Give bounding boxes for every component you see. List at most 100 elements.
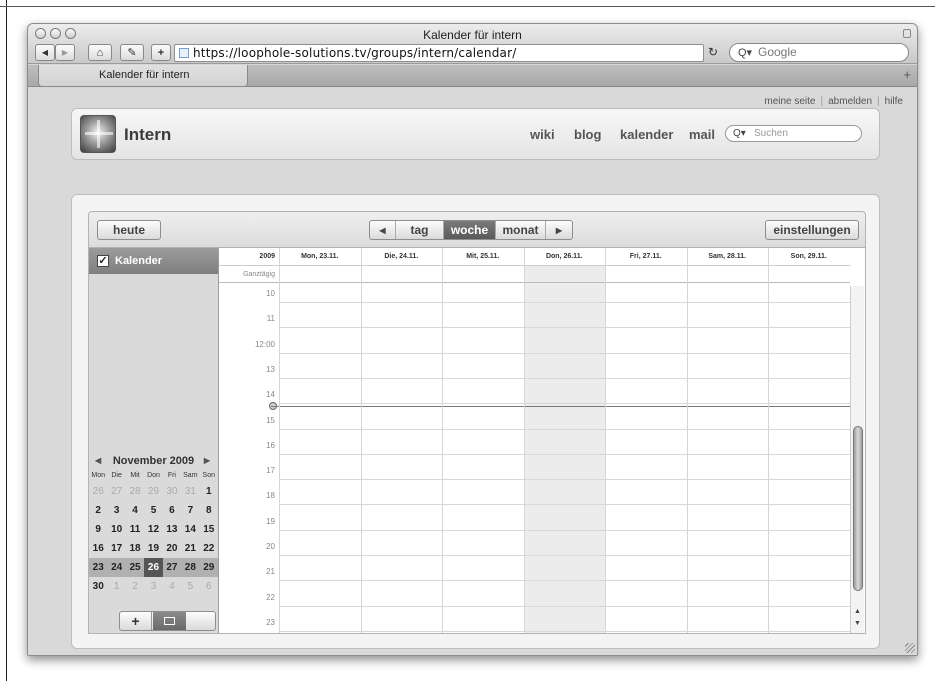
view-monat-button[interactable]: monat	[496, 221, 546, 239]
mini-calendar-day[interactable]: 5	[181, 577, 199, 596]
site-search-input[interactable]: Q▾ Suchen	[725, 125, 862, 142]
group-logo	[80, 115, 116, 153]
hour-label: 16	[266, 440, 275, 450]
mini-calendar-day[interactable]: 26	[89, 482, 107, 501]
new-tab-icon[interactable]: +	[903, 67, 911, 82]
mini-calendar-day[interactable]: 7	[181, 501, 199, 520]
mini-calendar-day[interactable]: 6	[200, 577, 218, 596]
mini-calendar-day[interactable]: 4	[126, 501, 144, 520]
reload-icon[interactable]: ↻	[708, 45, 718, 59]
calendar-toolbar: heute ◀ tag woche monat ▶ einstellungen	[88, 211, 866, 247]
view-tag-button[interactable]: tag	[396, 221, 444, 239]
next-month-icon[interactable]: ▶	[204, 452, 210, 470]
day-header[interactable]: Son, 29.11.	[768, 248, 850, 266]
week-grid: 2009 Ganztägig ▲ ▼ Mon, 23.11. Die, 24.11…	[219, 247, 866, 634]
page-edge-left	[6, 0, 7, 681]
scroll-down-icon[interactable]: ▼	[854, 620, 861, 627]
mini-calendar-day[interactable]: 23	[89, 558, 108, 577]
mini-calendar-day[interactable]: 24	[107, 558, 126, 577]
url-field[interactable]: https://loophole-solutions.tv/groups/int…	[174, 44, 704, 62]
mini-calendar-day[interactable]: 13	[163, 520, 181, 539]
scroll-up-icon[interactable]: ▲	[854, 608, 861, 615]
mini-calendar-day[interactable]: 25	[125, 558, 145, 577]
mini-calendar-day[interactable]: 27	[107, 482, 125, 501]
all-day-row[interactable]	[279, 266, 850, 283]
mini-calendar-day[interactable]: 31	[181, 482, 199, 501]
mini-calendar-day[interactable]: 8	[200, 501, 218, 520]
day-header[interactable]: Mon, 23.11.	[279, 248, 361, 266]
mini-calendar-day[interactable]: 16	[89, 539, 107, 558]
calendar-view-button[interactable]	[153, 612, 186, 630]
settings-button[interactable]: einstellungen	[765, 220, 859, 240]
hour-label: 19	[266, 516, 275, 526]
vertical-scrollbar[interactable]: ▲ ▼	[850, 286, 864, 633]
home-button[interactable]: ⌂	[88, 44, 112, 61]
back-button[interactable]: ◀	[35, 44, 55, 61]
day-header[interactable]: Die, 24.11.	[360, 248, 442, 266]
site-title[interactable]: Intern	[124, 125, 171, 145]
link-hilfe[interactable]: hilfe	[885, 96, 903, 107]
edit-button[interactable]: ✎	[120, 44, 144, 61]
tab-kalender[interactable]: Kalender für intern	[38, 65, 248, 87]
mini-calendar-day[interactable]: 9	[89, 520, 107, 539]
mini-calendar-day[interactable]: 2	[126, 577, 144, 596]
mini-calendar-day[interactable]: 6	[163, 501, 181, 520]
hour-line	[279, 529, 850, 531]
mini-calendar-day[interactable]: 28	[181, 558, 200, 577]
scrollbar-thumb[interactable]	[853, 426, 863, 591]
day-header[interactable]: Sam, 28.11.	[686, 248, 768, 266]
next-week-button[interactable]: ▶	[546, 221, 572, 239]
mini-calendar-day[interactable]: 5	[144, 501, 162, 520]
mini-calendar-day[interactable]: 10	[107, 520, 125, 539]
prev-week-button[interactable]: ◀	[370, 221, 396, 239]
link-meine-seite[interactable]: meine seite	[764, 96, 815, 107]
mini-calendar-day[interactable]: 1	[200, 482, 218, 501]
day-header[interactable]: Fri, 27.11.	[605, 248, 687, 266]
hour-label: 18	[266, 491, 275, 501]
mini-calendar-day[interactable]: 29	[199, 558, 218, 577]
hour-label: 17	[266, 466, 275, 476]
mini-calendar-day[interactable]: 11	[126, 520, 144, 539]
mini-calendar-day[interactable]: 22	[200, 539, 218, 558]
mini-calendar-day[interactable]: 18	[126, 539, 144, 558]
mini-calendar-day[interactable]: 26	[144, 558, 163, 577]
google-search-field[interactable]: Q▾ Google	[729, 43, 909, 62]
calendar-list-item[interactable]: ✓ Kalender	[89, 248, 218, 274]
mini-calendar-day[interactable]: 27	[162, 558, 182, 577]
mini-calendar-day[interactable]: 28	[126, 482, 144, 501]
mini-calendar-day[interactable]: 3	[107, 501, 125, 520]
mini-calendar-day[interactable]: 30	[89, 577, 107, 596]
nav-kalender[interactable]: kalender	[620, 127, 673, 142]
day-header[interactable]: Don, 26.11.	[523, 248, 605, 266]
mini-calendar-day[interactable]: 1	[107, 577, 125, 596]
mini-calendar-day[interactable]: 29	[144, 482, 162, 501]
nav-wiki[interactable]: wiki	[530, 127, 555, 142]
mini-calendar-day[interactable]: 20	[163, 539, 181, 558]
mini-calendar-day[interactable]: 30	[163, 482, 181, 501]
mini-calendar-day[interactable]: 21	[181, 539, 199, 558]
hour-line	[279, 630, 850, 632]
link-abmelden[interactable]: abmelden	[828, 96, 872, 107]
resize-grip-icon[interactable]	[905, 643, 915, 653]
calendar-checkbox[interactable]: ✓	[97, 255, 109, 267]
forward-button[interactable]: ▶	[55, 44, 75, 61]
today-button[interactable]: heute	[97, 220, 161, 240]
browser-window: Kalender für intern ◀ ▶ ⌂ ✎ + https://lo…	[27, 23, 918, 656]
mini-calendar-day[interactable]: 3	[144, 577, 162, 596]
nav-blog[interactable]: blog	[574, 127, 601, 142]
mini-calendar-day[interactable]: 12	[144, 520, 162, 539]
add-calendar-button[interactable]: +	[120, 612, 152, 630]
day-header[interactable]: Mit, 25.11.	[442, 248, 524, 266]
prev-month-icon[interactable]: ◀	[95, 452, 101, 470]
mini-calendar-day[interactable]: 19	[144, 539, 162, 558]
nav-mail[interactable]: mail	[689, 127, 715, 142]
add-bookmark-button[interactable]: +	[151, 44, 171, 61]
mini-calendar-day[interactable]: 14	[181, 520, 199, 539]
mini-calendar-day[interactable]: 2	[89, 501, 107, 520]
mini-calendar-day[interactable]: 15	[200, 520, 218, 539]
day-column-divider	[523, 248, 525, 633]
view-woche-button[interactable]: woche	[444, 221, 496, 239]
page-content: meine seite | abmelden | hilfe Intern wiki b…	[28, 88, 917, 655]
mini-calendar-day[interactable]: 4	[163, 577, 181, 596]
mini-calendar-day[interactable]: 17	[107, 539, 125, 558]
